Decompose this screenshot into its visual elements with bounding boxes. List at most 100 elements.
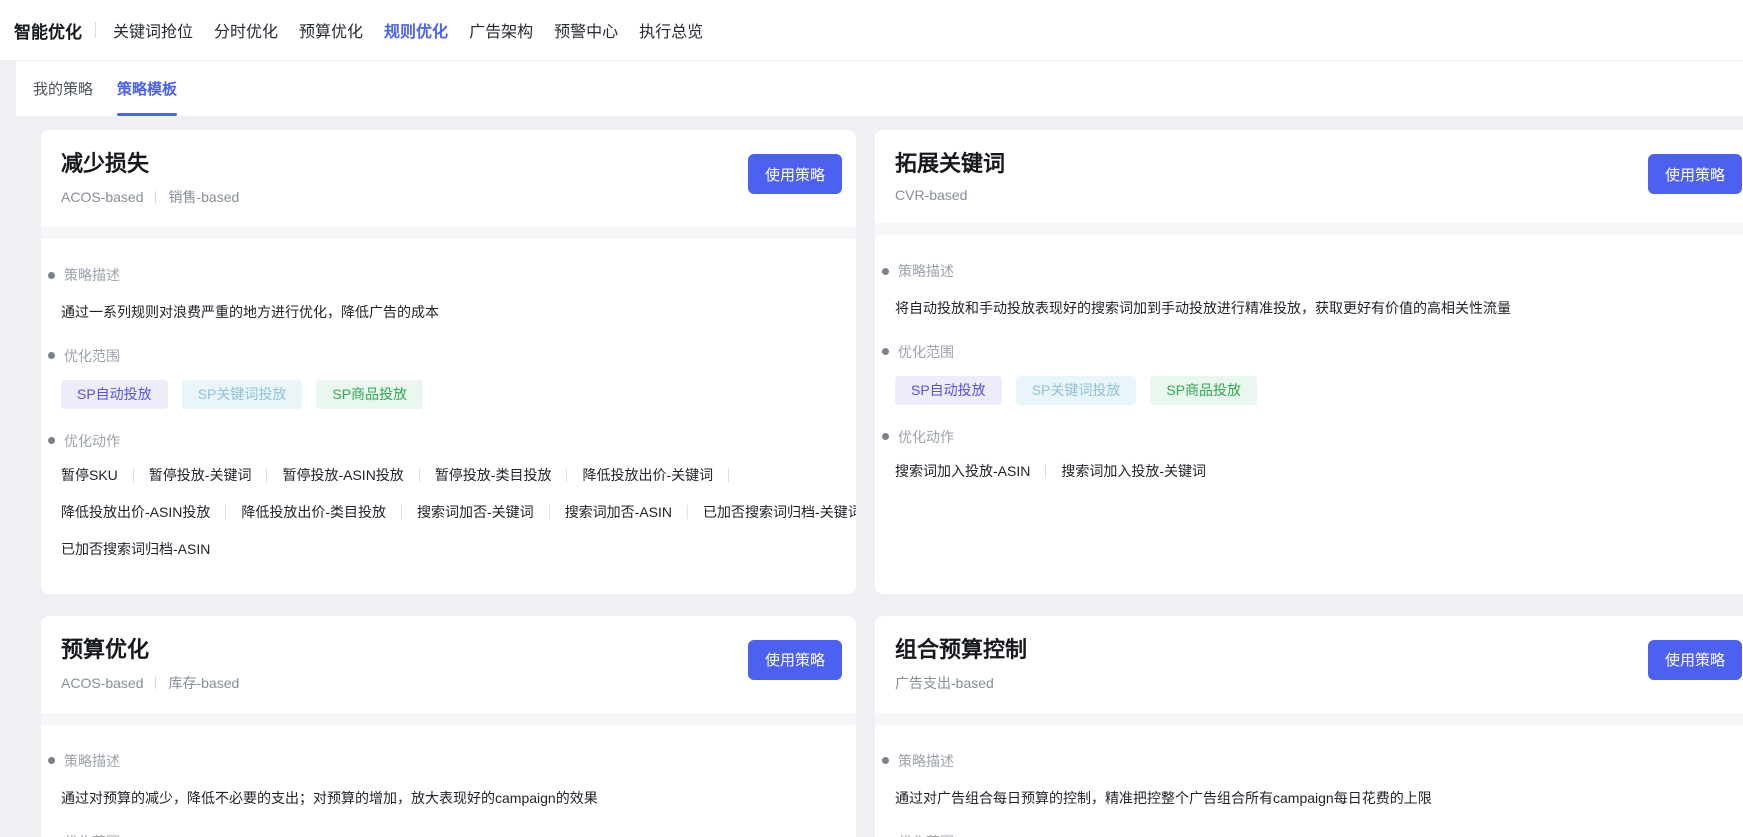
tab-0[interactable]: 我的策略 bbox=[33, 60, 93, 116]
card-subtitle: ACOS-based 销售-based bbox=[61, 187, 840, 207]
action-item: 暂停SKU bbox=[61, 467, 118, 484]
card-body: 策略描述 通过对广告组合每日预算的控制，精准把控整个广告组合所有campaign… bbox=[875, 725, 1743, 837]
scope-tags: SP自动投放 SP关键词投放 SP商品投放 bbox=[895, 375, 1736, 405]
action-divider bbox=[687, 505, 689, 520]
card-base-0: ACOS-based bbox=[61, 674, 144, 691]
card-base-0: 广告支出-based bbox=[895, 674, 994, 691]
card-header: 预算优化 ACOS-based 库存-based 使用策略 bbox=[41, 616, 856, 713]
action-item: 搜索词加否-ASIN bbox=[564, 504, 673, 521]
nav-links: 关键词抢位 分时优化 预算优化 规则优化 广告架构 预警中心 执行总览 bbox=[113, 18, 703, 42]
card-header: 组合预算控制 广告支出-based 使用策略 bbox=[875, 616, 1743, 713]
use-strategy-button[interactable]: 使用策略 bbox=[1647, 639, 1742, 680]
scope-label-text: 优化范围 bbox=[64, 347, 120, 364]
nav-item-3[interactable]: 规则优化 bbox=[384, 18, 448, 42]
action-divider bbox=[418, 468, 420, 483]
card-header: 减少损失 ACOS-based 销售-based 使用策略 bbox=[41, 130, 856, 227]
action-item: 搜索词加入投放-ASIN bbox=[895, 463, 1031, 480]
action-divider bbox=[548, 505, 550, 520]
action-divider bbox=[566, 468, 568, 483]
strategy-description: 通过对广告组合每日预算的控制，精准把控整个广告组合所有campaign每日花费的… bbox=[895, 789, 1432, 806]
bullet-dot-icon bbox=[48, 437, 55, 445]
action-divider bbox=[1045, 464, 1047, 479]
card-divider bbox=[41, 227, 856, 239]
action-item: 降低投放出价-类目投放 bbox=[241, 504, 387, 521]
action-item: 搜索词加否-关键词 bbox=[417, 504, 534, 521]
scope-tag: SP关键词投放 bbox=[1015, 375, 1137, 405]
action-row: 搜索词加入投放-ASIN 搜索词加入投放-关键词 bbox=[895, 453, 1736, 490]
action-divider bbox=[225, 505, 227, 520]
action-divider bbox=[401, 505, 403, 520]
scope-label-text: 优化范围 bbox=[898, 343, 954, 360]
tab-bar: 我的策略 策略模板 bbox=[16, 60, 1743, 116]
brand-title: 智能优化 bbox=[14, 22, 82, 42]
card-title: 减少损失 bbox=[61, 151, 150, 176]
scope-tag: SP自动投放 bbox=[61, 379, 168, 409]
actions-label-text: 优化动作 bbox=[898, 428, 954, 445]
use-strategy-button[interactable]: 使用策略 bbox=[747, 639, 842, 680]
nav-item-4[interactable]: 广告架构 bbox=[469, 18, 533, 42]
scope-label: 优化范围 bbox=[48, 346, 836, 366]
bullet-dot-icon bbox=[882, 267, 889, 275]
strategy-card: 减少损失 ACOS-based 销售-based 使用策略 策略描述 通过一系列规… bbox=[41, 130, 856, 594]
actions-label-text: 优化动作 bbox=[64, 432, 120, 449]
tab-1[interactable]: 策略模板 bbox=[117, 60, 178, 116]
description-label-text: 策略描述 bbox=[64, 752, 120, 769]
action-item: 暂停投放-ASIN投放 bbox=[282, 467, 404, 484]
scope-label: 优化范围 bbox=[48, 832, 836, 837]
bullet-dot-icon bbox=[48, 271, 55, 279]
card-base-0: ACOS-based bbox=[61, 189, 144, 205]
scope-tag: SP关键词投放 bbox=[181, 379, 303, 409]
bullet-dot-icon bbox=[882, 348, 889, 356]
use-strategy-button[interactable]: 使用策略 bbox=[1647, 154, 1742, 194]
scope-label: 优化范围 bbox=[882, 342, 1736, 362]
card-body: 策略描述 将自动投放和手动投放表现好的搜索词加到手动投放进行精准投放，获取更好有… bbox=[875, 235, 1743, 516]
subtitle-divider bbox=[155, 190, 157, 204]
action-divider bbox=[132, 468, 134, 483]
action-item: 降低投放出价-ASIN投放 bbox=[61, 504, 211, 521]
card-title: 组合预算控制 bbox=[895, 636, 1028, 662]
description-label: 策略描述 bbox=[48, 265, 836, 285]
bullet-dot-icon bbox=[48, 352, 55, 360]
card-subtitle: ACOS-based 库存-based bbox=[61, 673, 840, 693]
scope-label: 优化范围 bbox=[882, 832, 1736, 837]
scope-label-text: 优化范围 bbox=[898, 832, 954, 837]
strategy-card: 预算优化 ACOS-based 库存-based 使用策略 策略描述 通过对预算的… bbox=[41, 615, 856, 837]
bullet-dot-icon bbox=[48, 757, 55, 765]
action-row: 降低投放出价-ASIN投放 降低投放出价-类目投放 搜索词加否-关键词 搜索词加否-A… bbox=[61, 494, 856, 531]
bullet-dot-icon bbox=[882, 433, 889, 441]
card-body: 策略描述 通过对预算的减少，降低不必要的支出；对预算的增加，放大表现好的camp… bbox=[41, 725, 856, 837]
strategy-description: 通过一系列规则对浪费严重的地方进行优化，降低广告的成本 bbox=[61, 304, 439, 320]
use-strategy-button[interactable]: 使用策略 bbox=[747, 154, 842, 194]
description-label-text: 策略描述 bbox=[898, 263, 954, 279]
actions-label: 优化动作 bbox=[48, 431, 836, 451]
nav-item-0[interactable]: 关键词抢位 bbox=[113, 18, 193, 42]
scope-tag: SP自动投放 bbox=[895, 375, 1002, 405]
card-subtitle: 广告支出-based bbox=[895, 673, 1740, 693]
card-divider bbox=[41, 712, 856, 725]
action-item: 已加否搜索词归档-关键词 bbox=[703, 504, 856, 521]
nav-item-6[interactable]: 执行总览 bbox=[639, 18, 703, 42]
nav-item-1[interactable]: 分时优化 bbox=[214, 18, 278, 42]
bullet-dot-icon bbox=[882, 757, 889, 765]
strategy-cards-grid: 减少损失 ACOS-based 销售-based 使用策略 策略描述 通过一系列规… bbox=[0, 116, 1743, 837]
card-title: 预算优化 bbox=[61, 636, 150, 662]
strategy-card: 拓展关键词 CVR-based 使用策略 策略描述 将自动投放和手动投放表现好的… bbox=[875, 130, 1743, 594]
card-body: 策略描述 通过一系列规则对浪费严重的地方进行优化，降低广告的成本 优化范围 SP… bbox=[41, 239, 856, 594]
actions-list: 搜索词加入投放-ASIN 搜索词加入投放-关键词 bbox=[895, 453, 1736, 490]
card-title: 拓展关键词 bbox=[895, 151, 1006, 176]
scope-label-text: 优化范围 bbox=[64, 832, 120, 837]
scope-tag: SP商品投放 bbox=[316, 379, 424, 409]
top-navigation: 智能优化 关键词抢位 分时优化 预算优化 规则优化 广告架构 预警中心 执行总览 bbox=[0, 0, 1743, 60]
card-divider bbox=[875, 223, 1743, 235]
description-label: 策略描述 bbox=[882, 751, 1736, 771]
strategy-card: 组合预算控制 广告支出-based 使用策略 策略描述 通过对广告组合每日预算的… bbox=[875, 615, 1743, 837]
card-subtitle: CVR-based bbox=[895, 187, 1740, 203]
nav-item-2[interactable]: 预算优化 bbox=[299, 18, 363, 42]
nav-item-5[interactable]: 预警中心 bbox=[554, 18, 618, 42]
strategy-description: 将自动投放和手动投放表现好的搜索词加到手动投放进行精准投放，获取更好有价值的高相… bbox=[895, 300, 1511, 316]
action-row: 暂停SKU 暂停投放-关键词 暂停投放-ASIN投放 暂停投放-类目投放 降低投放出价-… bbox=[61, 457, 836, 494]
card-base-0: CVR-based bbox=[895, 187, 968, 203]
actions-label: 优化动作 bbox=[882, 427, 1736, 447]
description-label-text: 策略描述 bbox=[64, 267, 120, 283]
card-base-1: 销售-based bbox=[168, 189, 240, 205]
